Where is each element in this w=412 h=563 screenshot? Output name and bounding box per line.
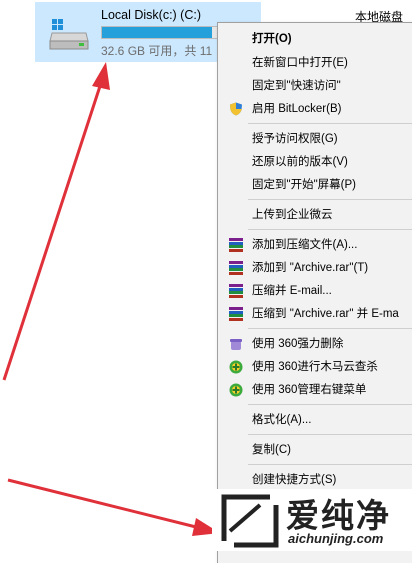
menu-separator [248,328,412,329]
red-arrow-icon [2,62,110,381]
menu-item-upload-weiyun[interactable]: 上传到企业微云 [218,205,412,225]
360-delete-icon [229,337,243,351]
menu-item-open-new-window[interactable]: 在新窗口中打开(E) [218,53,412,73]
menu-item-label: 格式化(A)... [252,414,312,426]
menu-item-label: 添加到 "Archive.rar"(T) [252,262,369,274]
menu-item-grant-access[interactable]: 授予访问权限(G) [218,129,412,149]
watermark-title: 爱纯净 [286,497,391,534]
menu-separator [248,464,412,465]
menu-separator [248,199,412,200]
context-menu: 打开(O) 在新窗口中打开(E) 固定到"快速访问" 启用 BitLocker(… [217,22,412,563]
menu-item-pin-start[interactable]: 固定到"开始"屏幕(P) [218,175,412,195]
menu-separator [248,404,412,405]
menu-separator [248,229,412,230]
360-menu-icon [229,383,243,397]
menu-item-format[interactable]: 格式化(A)... [218,410,412,430]
menu-item-bitlocker[interactable]: 启用 BitLocker(B) [218,99,412,119]
winrar-icon [229,238,243,252]
menu-item-label: 上传到企业微云 [252,209,333,221]
menu-item-label: 启用 BitLocker(B) [252,103,342,115]
menu-item-compress-email[interactable]: 压缩并 E-mail... [218,281,412,301]
menu-item-compress-rar-email[interactable]: 压缩到 "Archive.rar" 并 E-ma [218,304,412,324]
menu-item-create-shortcut[interactable]: 创建快捷方式(S) [218,470,412,490]
menu-item-label: 还原以前的版本(V) [252,156,348,168]
watermark-logo-icon [221,494,279,548]
watermark: 爱纯净 aichunjing.com [212,489,412,551]
watermark-url: aichunjing.com [288,531,384,546]
hard-drive-icon [48,17,90,51]
menu-item-label: 压缩到 "Archive.rar" 并 E-ma [252,308,399,320]
menu-item-open[interactable]: 打开(O) [218,29,412,49]
menu-item-label: 使用 360强力删除 [252,338,344,350]
menu-item-add-to-archive-rar[interactable]: 添加到 "Archive.rar"(T) [218,258,412,278]
menu-item-add-to-archive[interactable]: 添加到压缩文件(A)... [218,235,412,255]
menu-item-label: 添加到压缩文件(A)... [252,239,358,251]
menu-item-label: 在新窗口中打开(E) [252,57,348,69]
winrar-icon [229,307,243,321]
360-scan-icon [229,360,243,374]
menu-item-label: 固定到"快速访问" [252,80,341,92]
menu-item-360-scan[interactable]: 使用 360进行木马云查杀 [218,357,412,377]
menu-item-label: 使用 360管理右键菜单 [252,384,367,396]
drive-name: Local Disk(c:) (C:) [101,8,202,22]
drive-usage-fill [102,27,212,38]
shield-icon [229,102,243,116]
menu-separator [248,434,412,435]
menu-separator [248,123,412,124]
red-arrow-icon [7,478,220,536]
winrar-icon [229,284,243,298]
menu-item-label: 授予访问权限(G) [252,133,338,145]
menu-item-label: 打开(O) [252,33,292,45]
menu-item-copy[interactable]: 复制(C) [218,440,412,460]
menu-item-label: 复制(C) [252,444,291,456]
menu-item-pin-quick-access[interactable]: 固定到"快速访问" [218,76,412,96]
menu-item-label: 创建快捷方式(S) [252,474,337,486]
menu-item-360-context-manager[interactable]: 使用 360管理右键菜单 [218,380,412,400]
menu-item-360-delete[interactable]: 使用 360强力删除 [218,334,412,354]
menu-item-label: 使用 360进行木马云查杀 [252,361,378,373]
menu-item-label: 压缩并 E-mail... [252,285,332,297]
menu-item-label: 固定到"开始"屏幕(P) [252,179,356,191]
menu-item-restore-versions[interactable]: 还原以前的版本(V) [218,152,412,172]
winrar-icon [229,261,243,275]
